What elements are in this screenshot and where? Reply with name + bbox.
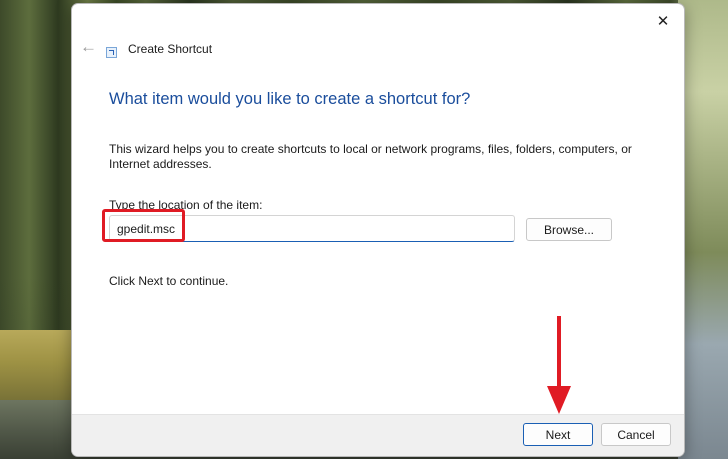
red-arrow-annotation <box>547 316 571 414</box>
next-button[interactable]: Next <box>523 423 593 446</box>
cancel-button[interactable]: Cancel <box>601 423 671 446</box>
create-shortcut-dialog: ✕ ← Create Shortcut What item would you … <box>71 3 685 457</box>
wallpaper-light <box>678 0 728 459</box>
browse-button[interactable]: Browse... <box>526 218 612 241</box>
back-arrow-icon[interactable]: ← <box>80 38 98 56</box>
location-label: Type the location of the item: <box>109 198 263 212</box>
wizard-heading: What item would you like to create a sho… <box>109 90 471 108</box>
wizard-description: This wizard helps you to create shortcut… <box>109 142 632 171</box>
close-icon[interactable]: ✕ <box>650 10 676 32</box>
dialog-title: Create Shortcut <box>128 42 213 56</box>
shortcut-app-icon <box>106 47 117 58</box>
location-input[interactable] <box>109 215 515 242</box>
wizard-header: ← Create Shortcut <box>72 32 684 66</box>
continue-instruction: Click Next to continue. <box>109 274 229 288</box>
